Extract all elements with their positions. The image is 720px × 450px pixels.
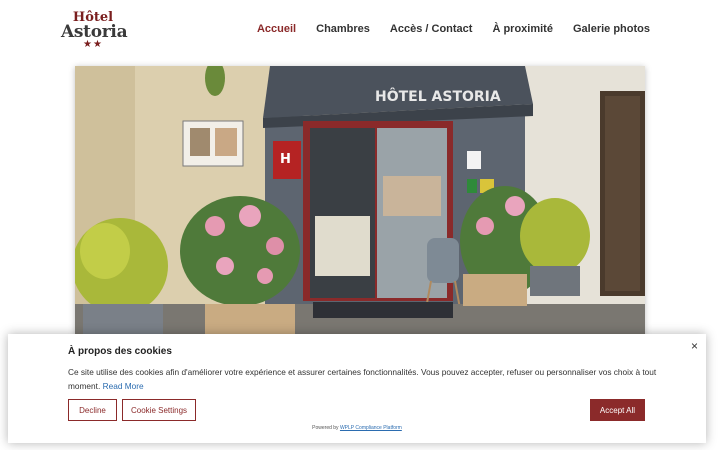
nav-item-a-proximite[interactable]: À proximité [492,23,553,35]
nav-item-galerie-photos[interactable]: Galerie photos [573,23,650,35]
cookie-title: À propos des cookies [68,346,172,357]
logo-line2: Astoria [61,22,128,42]
nav-item-acces-contact[interactable]: Accès / Contact [390,23,473,35]
hero-photo: HÔTEL ASTORIA H [75,66,645,336]
cookie-description-text: Ce site utilise des cookies afin d'améli… [68,367,657,391]
cookie-description: Ce site utilise des cookies afin d'améli… [68,365,658,393]
close-icon[interactable]: × [691,340,698,352]
read-more-link[interactable]: Read More [103,381,144,391]
main-nav: Accueil Chambres Accès / Contact À proxi… [257,23,650,35]
svg-text:H: H [280,152,291,167]
powered-prefix: Powered by [312,425,339,431]
powered-by: Powered by WPLP Compliance Platform [8,425,706,431]
accept-all-button[interactable]: Accept All [590,399,645,421]
decline-button[interactable]: Decline [68,399,117,421]
awning-sign-text: HÔTEL ASTORIA [375,87,501,105]
cookie-banner: À propos des cookies × Ce site utilise d… [8,334,706,443]
nav-item-accueil[interactable]: Accueil [257,23,296,35]
hotel-logo[interactable]: Hôtel Astoria ★★ [61,11,128,50]
page: Hôtel Astoria ★★ Accueil Chambres Accès … [0,0,720,450]
cookie-settings-button[interactable]: Cookie Settings [122,399,196,421]
powered-link[interactable]: WPLP Compliance Platform [340,425,402,431]
nav-item-chambres[interactable]: Chambres [316,23,370,35]
